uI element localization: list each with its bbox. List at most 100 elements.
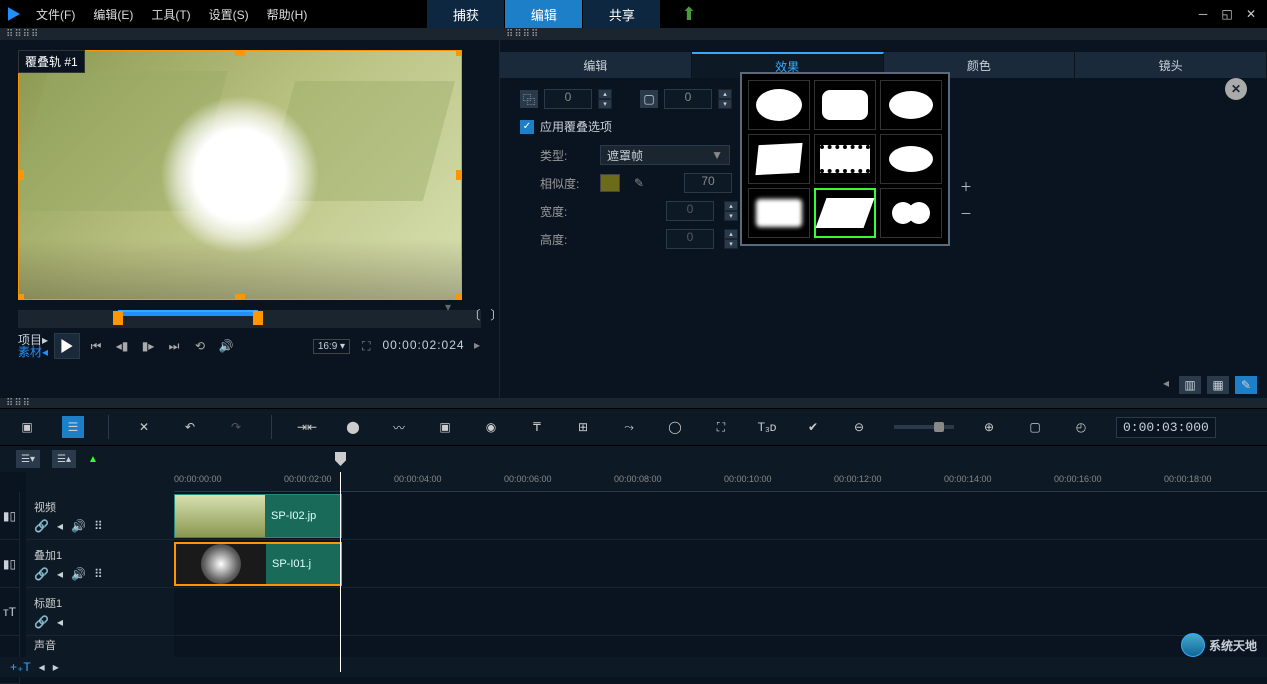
- mask-blur-rect[interactable]: [748, 188, 810, 238]
- link-icon[interactable]: 🔗: [34, 615, 49, 629]
- video-clip[interactable]: SP-I02.jp: [174, 494, 342, 538]
- menu-help[interactable]: 帮助(H): [267, 6, 308, 23]
- apply-overlay-checkbox[interactable]: ✓: [520, 120, 534, 134]
- scroll-left-icon[interactable]: ◂: [1163, 376, 1169, 394]
- paint-icon[interactable]: ✔: [802, 416, 824, 438]
- tools-icon[interactable]: ✕: [133, 416, 155, 438]
- snapshot-tool-icon[interactable]: ▣: [434, 416, 456, 438]
- menu-tools[interactable]: 工具(T): [151, 6, 190, 23]
- go-end-button[interactable]: ⏭: [164, 336, 184, 356]
- trim-icon[interactable]: ⇥⇤: [296, 416, 318, 438]
- preview-canvas[interactable]: [18, 50, 462, 300]
- spin-up[interactable]: ▴: [718, 89, 732, 99]
- close-button[interactable]: ✕: [1243, 6, 1259, 22]
- redo-button[interactable]: ↷: [225, 416, 247, 438]
- duration-icon[interactable]: ◴: [1070, 416, 1092, 438]
- scale-input[interactable]: 0: [664, 89, 712, 109]
- tab-edit[interactable]: 编辑: [505, 0, 583, 28]
- timeline-timecode[interactable]: 0:00:03:000: [1116, 417, 1216, 438]
- link-icon[interactable]: 🔗: [34, 519, 49, 533]
- mask-circles[interactable]: [880, 188, 942, 238]
- spin-up[interactable]: ▴: [598, 89, 612, 99]
- go-start-button[interactable]: ⏮: [86, 336, 106, 356]
- mask-roundrect[interactable]: [814, 80, 876, 130]
- collapse-tracks-button[interactable]: ☰▾: [16, 450, 40, 468]
- mask-film[interactable]: [814, 134, 876, 184]
- chroma-icon[interactable]: ◉: [480, 416, 502, 438]
- subtitle-icon[interactable]: ₸: [526, 416, 548, 438]
- menu-edit[interactable]: 编辑(E): [93, 6, 133, 23]
- resize-handle[interactable]: [18, 294, 24, 300]
- playhead[interactable]: [340, 472, 341, 672]
- 3d-title-icon[interactable]: T₃ᴅ: [756, 416, 778, 438]
- video-track-header[interactable]: 视频 🔗◂🔊⠿: [26, 492, 174, 540]
- layout-b-icon[interactable]: ▦: [1207, 376, 1229, 394]
- zoom-in-icon[interactable]: ⊕: [978, 416, 1000, 438]
- resize-handle[interactable]: [456, 294, 462, 300]
- panel-grip[interactable]: ⠿⠿⠿⠿: [500, 28, 1267, 40]
- play-button[interactable]: [54, 333, 80, 359]
- lock-icon[interactable]: ◂: [57, 615, 63, 629]
- overlay-track-icon[interactable]: ▮▯: [0, 540, 20, 588]
- motion-icon[interactable]: ⤳: [618, 416, 640, 438]
- scroll-left-button[interactable]: ◂: [39, 660, 45, 674]
- resize-handle[interactable]: [18, 170, 24, 180]
- upload-icon[interactable]: ⬆: [681, 4, 696, 25]
- type-dropdown[interactable]: 遮罩帧▼: [600, 145, 730, 165]
- trim-in-handle[interactable]: [113, 311, 123, 325]
- time-ruler[interactable]: 00:00:00:00 00:00:02:00 00:00:04:00 00:0…: [174, 472, 1267, 492]
- crop-icon[interactable]: ⛶: [362, 339, 370, 354]
- copy-icon[interactable]: ⿻: [520, 90, 538, 108]
- link-icon[interactable]: 🔗: [34, 567, 49, 581]
- menu-settings[interactable]: 设置(S): [209, 6, 249, 23]
- layout-a-icon[interactable]: ▥: [1179, 376, 1201, 394]
- add-track-button[interactable]: +₊T: [10, 660, 31, 674]
- resize-handle[interactable]: [235, 50, 245, 56]
- fx-icon[interactable]: ⠿: [94, 567, 103, 581]
- title-track-header[interactable]: 标题1 🔗◂: [26, 588, 174, 636]
- next-frame-button[interactable]: ▮▸: [138, 336, 158, 356]
- expand-tracks-button[interactable]: ☰▴: [52, 450, 76, 468]
- maximize-button[interactable]: ◱: [1219, 6, 1235, 22]
- trim-bar[interactable]: ▾ 〔 〕 ✂ ⧉: [18, 310, 481, 328]
- panel-grip[interactable]: ⠿⠿⠿: [0, 398, 1267, 408]
- opt-tab-edit[interactable]: 编辑: [500, 52, 692, 78]
- close-panel-button[interactable]: ✕: [1225, 78, 1247, 100]
- marker-icon[interactable]: ▾: [445, 300, 451, 314]
- loop-button[interactable]: ⟲: [190, 336, 210, 356]
- multi-view-icon[interactable]: ⊞: [572, 416, 594, 438]
- mute-icon[interactable]: 🔊: [71, 519, 86, 533]
- add-mask-button[interactable]: ＋: [960, 178, 972, 195]
- spin-down[interactable]: ▾: [718, 99, 732, 109]
- title-track-icon[interactable]: ᴛT: [0, 588, 20, 636]
- zoom-out-icon[interactable]: ⊖: [848, 416, 870, 438]
- panel-grip[interactable]: ⠿⠿⠿⠿: [0, 28, 499, 40]
- lock-icon[interactable]: ◂: [57, 567, 63, 581]
- resize-handle[interactable]: [456, 170, 462, 180]
- tracking-icon[interactable]: ◯: [664, 416, 686, 438]
- mute-icon[interactable]: 🔊: [71, 567, 86, 581]
- mask-oval[interactable]: [748, 80, 810, 130]
- mark-in-icon[interactable]: 〔: [468, 306, 480, 323]
- remove-mask-button[interactable]: －: [960, 205, 972, 222]
- fit-icon[interactable]: ▢: [1024, 416, 1046, 438]
- tab-share[interactable]: 共享: [583, 0, 661, 28]
- minimize-button[interactable]: ─: [1195, 6, 1211, 22]
- eyedropper-icon[interactable]: ✎: [634, 176, 644, 190]
- mask-brush-stroke[interactable]: [814, 188, 876, 238]
- resize-handle[interactable]: [456, 50, 462, 56]
- record-icon[interactable]: ⬤: [342, 416, 364, 438]
- rect-icon[interactable]: ▢: [640, 90, 658, 108]
- timeline-canvas[interactable]: 00:00:00:00 00:00:02:00 00:00:04:00 00:0…: [174, 472, 1267, 672]
- trim-out-handle[interactable]: [253, 311, 263, 325]
- volume-button[interactable]: 🔊: [216, 336, 236, 356]
- prev-frame-button[interactable]: ◂▮: [112, 336, 132, 356]
- mask-speech[interactable]: [880, 80, 942, 130]
- zoom-slider[interactable]: [894, 425, 954, 429]
- similarity-color[interactable]: [600, 174, 620, 192]
- undo-button[interactable]: ↶: [179, 416, 201, 438]
- opt-tab-lens[interactable]: 镜头: [1075, 52, 1267, 78]
- edit-layout-icon[interactable]: ✎: [1235, 376, 1257, 394]
- preview-timecode[interactable]: 00:00:02:024 ▸: [382, 338, 481, 354]
- scroll-up-icon[interactable]: ▲: [88, 454, 98, 465]
